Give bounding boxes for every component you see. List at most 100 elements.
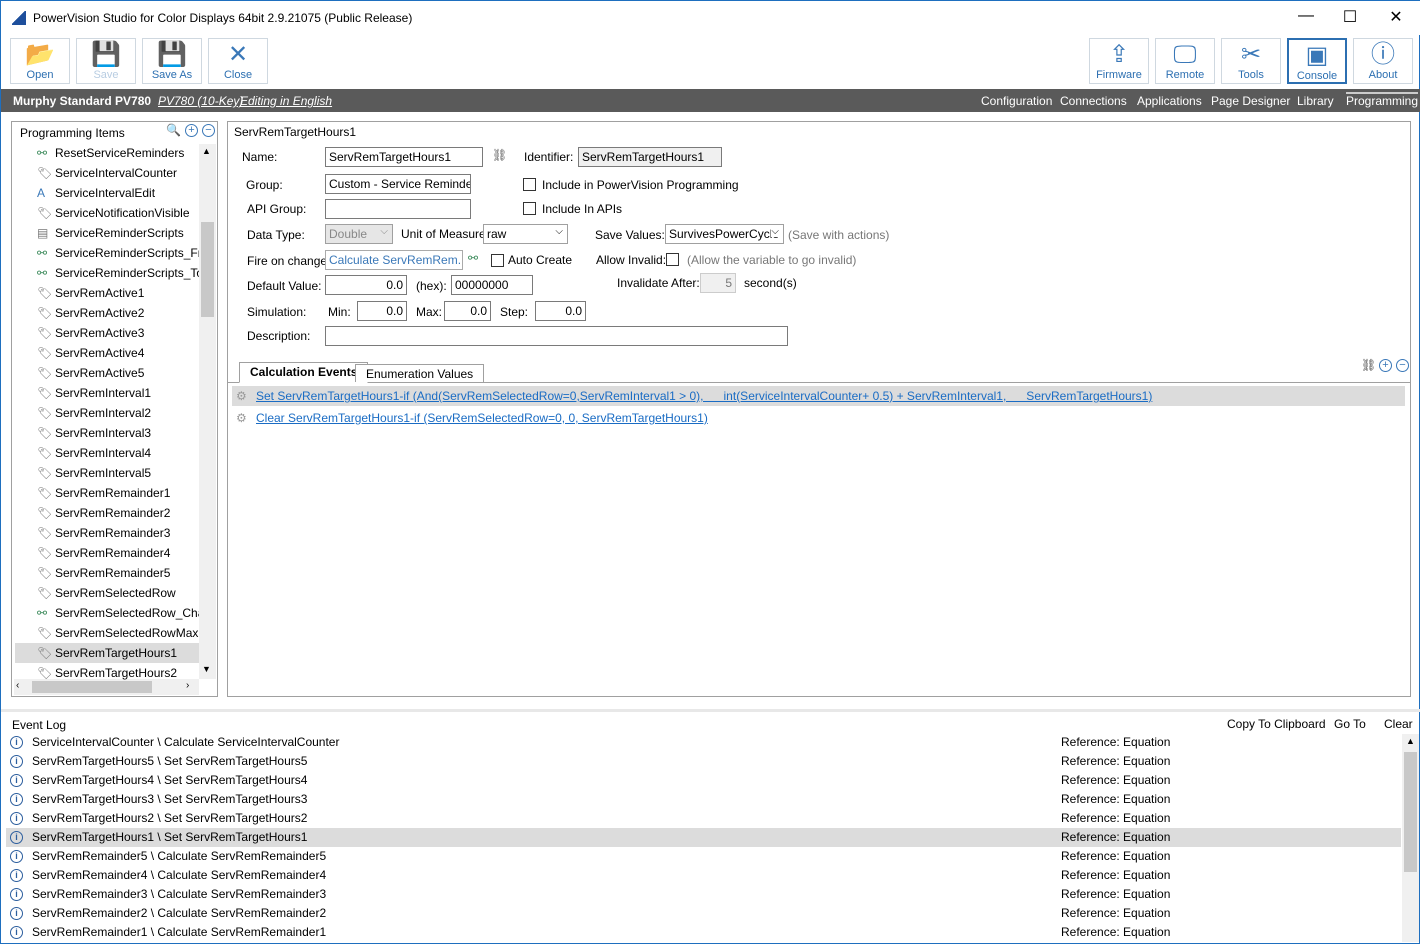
- console-button[interactable]: ▣ Console: [1287, 38, 1347, 84]
- nav-library[interactable]: Library: [1297, 94, 1334, 108]
- maximize-button[interactable]: ☐: [1335, 7, 1365, 29]
- tree-item[interactable]: 🏷 ServRemSelectedRow: [37, 583, 199, 603]
- tree-item[interactable]: 🏷 ServRemInterval1: [37, 383, 199, 403]
- tree-item[interactable]: 🏷 ServRemInterval2: [37, 403, 199, 423]
- log-row[interactable]: i ServiceIntervalCounter \ Calculate Serv…: [6, 733, 1401, 752]
- log-row[interactable]: i ServRemTargetHours3 \ Set ServRemTarget…: [6, 790, 1401, 809]
- collapse-icon[interactable]: −: [202, 124, 215, 137]
- about-button[interactable]: ⓘ About: [1353, 38, 1413, 84]
- calculation-event[interactable]: ⚙ Clear ServRemTargetHours1-if (ServRemSe…: [232, 408, 1405, 428]
- tree-header: Programming Items: [20, 126, 125, 140]
- save-as-button[interactable]: 💾 Save As: [142, 38, 202, 84]
- tree-item[interactable]: 🏷 ServRemRemainder3: [37, 523, 199, 543]
- nav-programming[interactable]: Programming: [1346, 92, 1419, 108]
- allow-invalid-checkbox[interactable]: [666, 253, 679, 266]
- close-button[interactable]: ✕ Close: [208, 38, 268, 84]
- language-link[interactable]: Editing in English: [240, 94, 332, 108]
- fire-on-change-input[interactable]: Calculate ServRemRem...: [325, 250, 463, 270]
- invalidate-input[interactable]: 5: [700, 273, 736, 293]
- description-input[interactable]: [325, 326, 788, 346]
- tree-item[interactable]: 🏷 ServRemTargetHours2: [37, 663, 199, 683]
- tree-item[interactable]: 🏷 ServRemRemainder4: [37, 543, 199, 563]
- tree-item[interactable]: 🏷 ServRemActive2: [37, 303, 199, 323]
- identifier-input[interactable]: ServRemTargetHours1: [578, 147, 722, 167]
- log-message: ServRemRemainder2 \ Calculate ServRemRem…: [32, 906, 327, 920]
- add-event-icon[interactable]: +: [1379, 359, 1392, 372]
- remove-event-icon[interactable]: −: [1396, 359, 1409, 372]
- tree-item[interactable]: 🏷 ServRemActive1: [37, 283, 199, 303]
- log-row[interactable]: i ServRemRemainder5 \ Calculate ServRemRe…: [6, 847, 1401, 866]
- tree-item[interactable]: 🏷 ServRemTargetHours1: [15, 643, 199, 663]
- tree-item[interactable]: ⚯ ServiceReminderScripts_From: [37, 243, 199, 263]
- log-row[interactable]: i ServRemTargetHours4 \ Set ServRemTarget…: [6, 771, 1401, 790]
- log-row[interactable]: i ServRemTargetHours1 \ Set ServRemTarget…: [6, 828, 1401, 847]
- tree-item[interactable]: 🏷 ServiceIntervalCounter: [37, 163, 199, 183]
- tree-item[interactable]: 🏷 ServRemActive5: [37, 363, 199, 383]
- close-window-button[interactable]: ✕: [1381, 7, 1411, 29]
- binoculars-icon[interactable]: ⛓: [1361, 358, 1376, 372]
- tree-item[interactable]: ⚯ ResetServiceReminders: [37, 143, 199, 163]
- clear-button[interactable]: Clear: [1384, 717, 1413, 731]
- binoculars-icon[interactable]: ⛓: [492, 148, 507, 162]
- tab-enumeration-values[interactable]: Enumeration Values: [355, 364, 485, 382]
- log-row[interactable]: i ServRemTargetHours2 \ Set ServRemTarget…: [6, 809, 1401, 828]
- expand-icon[interactable]: +: [185, 124, 198, 137]
- tree-item[interactable]: 🏷 ServRemRemainder2: [37, 503, 199, 523]
- open-button[interactable]: 📂 Open: [10, 38, 70, 84]
- nav-page-designer[interactable]: Page Designer: [1211, 94, 1290, 108]
- log-row[interactable]: i ServRemRemainder1 \ Calculate ServRemRe…: [6, 923, 1401, 942]
- tree-item[interactable]: 🏷 ServRemActive4: [37, 343, 199, 363]
- info-icon: i: [10, 869, 23, 882]
- tab-calculation-events[interactable]: Calculation Events: [239, 362, 369, 383]
- tree-item[interactable]: 🏷 ServRemRemainder1: [37, 483, 199, 503]
- log-row[interactable]: i ServRemTargetHours5 \ Set ServRemTarget…: [6, 752, 1401, 771]
- max-input[interactable]: 0.0: [444, 301, 491, 321]
- include-api-checkbox[interactable]: [523, 202, 536, 215]
- folder-icon: 📂: [25, 41, 55, 68]
- calculation-event[interactable]: ⚙ Set ServRemTargetHours1-if (And(ServRem…: [232, 386, 1405, 406]
- save-button[interactable]: 💾 Save: [76, 38, 136, 84]
- min-input[interactable]: 0.0: [357, 301, 407, 321]
- tools-button[interactable]: ✂ Tools: [1221, 38, 1281, 84]
- hex-input[interactable]: 00000000: [451, 275, 533, 295]
- data-type-select[interactable]: Double ⌵: [325, 224, 393, 244]
- log-row[interactable]: i ServRemRemainder4 \ Calculate ServRemRe…: [6, 866, 1401, 885]
- minimize-button[interactable]: —: [1291, 7, 1321, 29]
- tree-vscrollbar[interactable]: ▲ ▼: [199, 144, 216, 679]
- tree-item[interactable]: A ServiceIntervalEdit: [37, 183, 199, 203]
- nav-applications[interactable]: Applications: [1137, 94, 1202, 108]
- scroll-thumb[interactable]: [201, 222, 214, 317]
- name-label: Name:: [242, 150, 278, 164]
- group-input[interactable]: Custom - Service Reminders: [325, 174, 471, 194]
- tree-item[interactable]: ⚯ ServRemSelectedRow_Chan: [37, 603, 199, 623]
- copy-to-clipboard-button[interactable]: Copy To Clipboard: [1227, 717, 1326, 731]
- log-vscrollbar[interactable]: ▲: [1402, 734, 1419, 942]
- log-row[interactable]: i ServRemRemainder3 \ Calculate ServRemRe…: [6, 885, 1401, 904]
- uom-select[interactable]: raw ⌵: [483, 224, 568, 244]
- tree-item[interactable]: 🏷 ServRemSelectedRowMax: [37, 623, 199, 643]
- tree-item[interactable]: 🏷 ServRemActive3: [37, 323, 199, 343]
- nav-configuration[interactable]: Configuration: [981, 94, 1052, 108]
- remote-button[interactable]: 🖵 Remote: [1155, 38, 1215, 84]
- step-input[interactable]: 0.0: [535, 301, 586, 321]
- firmware-button[interactable]: ⇪ Firmware: [1089, 38, 1149, 84]
- device-link[interactable]: PV780 (10-Key): [158, 94, 243, 108]
- save-values-select[interactable]: SurvivesPowerCycle ⌵: [665, 224, 784, 244]
- api-group-input[interactable]: [325, 199, 471, 219]
- script-link-icon[interactable]: ⚯: [468, 251, 478, 265]
- tree-item[interactable]: 🏷 ServiceNotificationVisible: [37, 203, 199, 223]
- include-pv-checkbox[interactable]: [523, 178, 536, 191]
- search-icon[interactable]: 🔍: [166, 123, 181, 137]
- auto-create-checkbox[interactable]: [491, 254, 504, 267]
- tree-item[interactable]: 🏷 ServRemInterval5: [37, 463, 199, 483]
- tree-item[interactable]: 🏷 ServRemRemainder5: [37, 563, 199, 583]
- tree-item[interactable]: ▤ ServiceReminderScripts: [37, 223, 199, 243]
- nav-connections[interactable]: Connections: [1060, 94, 1127, 108]
- go-to-button[interactable]: Go To: [1334, 717, 1366, 731]
- log-row[interactable]: i ServRemRemainder2 \ Calculate ServRemRe…: [6, 904, 1401, 923]
- default-value-input[interactable]: 0.0: [325, 275, 407, 295]
- tree-item[interactable]: 🏷 ServRemInterval3: [37, 423, 199, 443]
- tree-item[interactable]: 🏷 ServRemInterval4: [37, 443, 199, 463]
- tree-item[interactable]: ⚯ ServiceReminderScripts_ToK: [37, 263, 199, 283]
- name-input[interactable]: ServRemTargetHours1: [325, 147, 483, 167]
